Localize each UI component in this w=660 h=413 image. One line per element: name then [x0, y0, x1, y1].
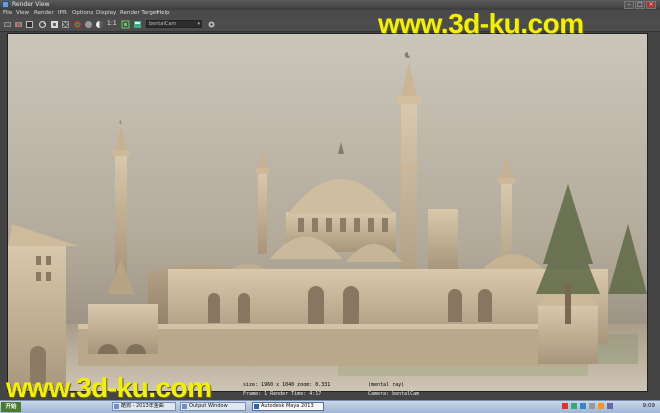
music-app-icon	[114, 404, 119, 409]
render-info-line1: size: 1960 x 1040 zoom: 0.331	[243, 382, 330, 388]
render-info-line2: Frame: 1 Render Time: 4:17	[243, 391, 322, 397]
menu-help[interactable]: Help	[157, 10, 170, 16]
update-icon[interactable]	[598, 403, 604, 409]
taskbar-item-label: Autodesk Maya 2013	[261, 403, 314, 409]
watermark-top: www.3d-ku.com	[378, 8, 584, 39]
taskbar-item-music[interactable]: 酷狗 - 2013年金曲	[112, 402, 176, 411]
camera-select-value: bentalCam	[149, 21, 177, 27]
taskbar-item-output-window[interactable]: Output Window	[180, 402, 246, 411]
display-luminance-icon[interactable]	[95, 20, 104, 29]
chat-icon[interactable]	[580, 403, 586, 409]
close-button[interactable]: ×	[646, 1, 656, 9]
camera-select[interactable]: bentalCam ▾	[146, 20, 202, 28]
taskbar: 开始 酷狗 - 2013年金曲 Output Window Autodesk M…	[0, 400, 660, 413]
menu-render[interactable]: Render	[34, 10, 54, 16]
menu-options[interactable]: Options	[72, 10, 93, 16]
menu-display[interactable]: Display	[96, 10, 116, 16]
render-info-camera: Camera: bentalCam	[368, 391, 420, 397]
display-alpha-icon[interactable]	[84, 20, 93, 29]
ratio-button[interactable]: 1:1	[107, 20, 119, 29]
minimize-button[interactable]: –	[624, 1, 634, 9]
network-icon[interactable]	[571, 403, 577, 409]
ipr-render-icon[interactable]	[14, 20, 23, 29]
keep-image-icon[interactable]	[50, 20, 59, 29]
system-tray: 9:09	[560, 402, 658, 411]
render-settings-icon[interactable]	[207, 20, 216, 29]
render-view-window: Render View – □ × File View Render IPR O…	[0, 0, 660, 403]
chevron-down-icon: ▾	[197, 21, 200, 27]
maximize-button[interactable]: □	[635, 1, 645, 9]
render-region-icon[interactable]	[121, 20, 130, 29]
display-rgb-icon[interactable]	[73, 20, 82, 29]
render-info-renderer: (mental ray)	[368, 382, 404, 388]
start-button[interactable]: 开始	[1, 402, 21, 412]
taskbar-item-maya[interactable]: Autodesk Maya 2013	[252, 402, 324, 411]
menu-render-target[interactable]: Render Target	[120, 10, 158, 16]
volume-icon[interactable]	[589, 403, 595, 409]
taskbar-item-label: 酷狗 - 2013年金曲	[121, 403, 164, 409]
menu-file[interactable]: File	[3, 10, 12, 16]
maya-window-icon	[2, 1, 9, 8]
input-method-icon[interactable]	[607, 403, 613, 409]
redo-render-icon[interactable]	[3, 20, 12, 29]
snapshot-icon[interactable]	[25, 20, 34, 29]
save-image-icon[interactable]	[133, 20, 142, 29]
remove-image-icon[interactable]	[61, 20, 70, 29]
menu-view[interactable]: View	[16, 10, 29, 16]
antivirus-icon[interactable]	[562, 403, 568, 409]
maya-icon	[254, 404, 259, 409]
clock[interactable]: 9:09	[643, 403, 655, 409]
rendered-image: size: 1960 x 1040 zoom: 0.331 (mental ra…	[8, 34, 647, 391]
refresh-icon[interactable]	[38, 20, 47, 29]
window-title: Render View	[12, 1, 50, 8]
menu-ipr[interactable]: IPR	[58, 10, 67, 16]
window-icon	[182, 404, 187, 409]
taskbar-item-label: Output Window	[189, 403, 228, 409]
